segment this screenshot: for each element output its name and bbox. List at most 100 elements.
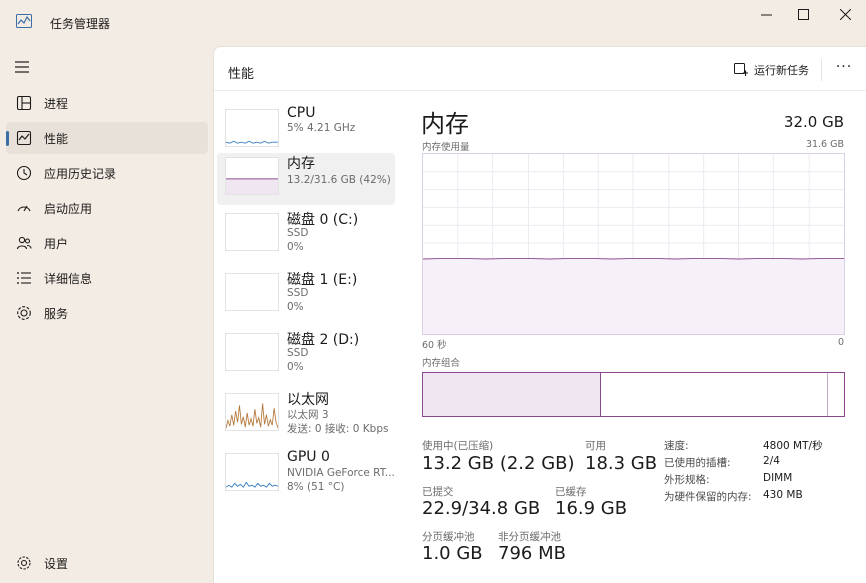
startup-icon [17, 205, 31, 212]
page-header: 性能 运行新任务 ··· [214, 47, 866, 91]
resource-item-memory[interactable]: 内存 13.2/31.6 GB (42%) [217, 153, 395, 205]
spec-form-factor-value: DIMM [763, 472, 793, 484]
resource-detail: 13.2/31.6 GB (42%) [287, 174, 391, 186]
resource-detail: SSD [287, 287, 309, 299]
nav-label-processes: 进程 [44, 97, 69, 111]
stat-available-value: 18.3 GB [585, 453, 658, 474]
nav-label-details: 详细信息 [44, 272, 93, 286]
stat-paged-pool-value: 1.0 GB [422, 543, 483, 564]
nav-label-performance: 性能 [44, 132, 69, 146]
nav-item-performance[interactable]: 性能 [6, 122, 208, 154]
run-new-task-button[interactable]: 运行新任务 [734, 59, 809, 81]
ethernet-thumbnail-graph [225, 393, 279, 431]
performance-icon [16, 130, 32, 146]
composition-available [601, 373, 828, 416]
detail-title: 内存 [421, 110, 469, 138]
maximize-button[interactable] [786, 0, 820, 28]
memory-thumbnail-graph [225, 157, 279, 195]
stat-cached-value: 16.9 GB [555, 498, 628, 519]
usage-area [423, 258, 844, 334]
processes-icon [16, 95, 32, 111]
resource-detail: NVIDIA GeForce RT... [287, 467, 395, 479]
hamburger-menu-icon[interactable] [14, 60, 30, 74]
resource-name: 磁盘 0 (C:) [287, 212, 359, 228]
disk-1-thumbnail-graph [225, 273, 279, 311]
nav-item-services[interactable]: 服务 [6, 297, 208, 329]
users-icon [16, 236, 32, 250]
spec-reserved-label: 为硬件保留的内存: [664, 491, 752, 503]
resource-name: CPU [287, 105, 316, 121]
resource-detail: SSD [287, 347, 309, 359]
disk-2-thumbnail-graph [225, 333, 279, 371]
spec-speed-label: 速度: [664, 440, 689, 452]
disk-0-thumbnail-graph [225, 213, 279, 251]
stat-nonpaged-pool-label: 非分页缓冲池 [498, 531, 561, 543]
composition-label: 内存组合 [422, 358, 461, 369]
gpu-0-thumbnail-graph [225, 453, 279, 491]
spec-reserved-value: 430 MB [763, 489, 803, 501]
spec-speed-value: 4800 MT/秒 [763, 440, 823, 452]
resource-detail: 5% 4.21 GHz [287, 122, 356, 134]
services-icon [17, 306, 31, 320]
stat-available-label: 可用 [585, 440, 606, 452]
usage-graph-max: 31.6 GB [805, 139, 844, 150]
nav-item-startup[interactable]: 启动应用 [6, 192, 208, 224]
minimize-icon [760, 14, 772, 15]
resource-usage: 发送: 0 接收: 0 Kbps [287, 423, 389, 435]
stat-cached-label: 已缓存 [555, 486, 587, 498]
title-bar: 任务管理器 [0, 0, 866, 44]
resource-item-disk-0[interactable]: 磁盘 0 (C:) SSD 0% [217, 209, 395, 265]
minimize-button[interactable] [749, 0, 783, 28]
nav-item-users[interactable]: 用户 [6, 227, 208, 259]
resource-detail: 以太网 3 [287, 409, 329, 421]
nav-item-settings[interactable]: 设置 [6, 547, 208, 579]
app-history-icon [16, 165, 32, 181]
task-manager-icon [16, 14, 32, 28]
resource-item-ethernet[interactable]: 以太网 以太网 3 发送: 0 接收: 0 Kbps [217, 389, 395, 445]
resource-name: 内存 [287, 156, 315, 172]
maximize-icon [797, 8, 809, 20]
nav-label-users: 用户 [44, 237, 69, 251]
memory-usage-graph [422, 153, 845, 335]
resource-usage: 0% [287, 241, 304, 253]
resource-name: 以太网 [287, 392, 329, 408]
main-panel: 性能 运行新任务 ··· CPU 5% 4.21 GHz 内存 13.2/31.… [213, 46, 866, 583]
composition-in-use [423, 373, 601, 416]
stat-in-use-value: 13.2 GB (2.2 GB) [422, 453, 575, 474]
resource-usage: 0% [287, 361, 304, 373]
more-options-button[interactable]: ··· [832, 59, 856, 79]
details-icon [17, 272, 31, 284]
stat-in-use-label: 使用中(已压缩) [422, 440, 494, 452]
total-memory: 32.0 GB [783, 113, 844, 131]
cpu-thumbnail-graph [225, 109, 279, 147]
spec-form-factor-label: 外形规格: [664, 474, 710, 486]
graph-time-right: 0 [837, 337, 844, 348]
nav-item-processes[interactable]: 进程 [6, 87, 208, 119]
window-title: 任务管理器 [50, 17, 111, 31]
resource-item-cpu[interactable]: CPU 5% 4.21 GHz [217, 105, 395, 157]
nav-item-details[interactable]: 详细信息 [6, 262, 208, 294]
gear-icon [17, 556, 31, 570]
resource-item-disk-1[interactable]: 磁盘 1 (E:) SSD 0% [217, 269, 395, 325]
page-title: 性能 [228, 67, 255, 82]
memory-composition-bar [422, 372, 845, 417]
resource-item-disk-2[interactable]: 磁盘 2 (D:) SSD 0% [217, 329, 395, 385]
resource-usage: 8% (51 °C) [287, 481, 345, 493]
active-indicator [6, 131, 9, 146]
resource-detail: SSD [287, 227, 309, 239]
header-divider [821, 59, 822, 81]
spec-slots-label: 已使用的插槽: [664, 457, 731, 469]
run-task-icon [734, 63, 748, 76]
resource-name: GPU 0 [287, 449, 330, 465]
resource-name: 磁盘 1 (E:) [287, 272, 358, 288]
close-button[interactable] [828, 0, 862, 28]
run-new-task-label: 运行新任务 [754, 64, 809, 77]
stat-committed-label: 已提交 [422, 486, 454, 498]
resource-usage: 0% [287, 301, 304, 313]
nav-label-services: 服务 [44, 307, 69, 321]
resource-item-gpu-0[interactable]: GPU 0 NVIDIA GeForce RT... 8% (51 °C) [217, 449, 395, 505]
nav-label-startup: 启动应用 [44, 202, 93, 216]
composition-hardware-reserved [828, 373, 844, 416]
nav-label-settings: 设置 [44, 557, 69, 571]
nav-item-app-history[interactable]: 应用历史记录 [6, 157, 208, 189]
